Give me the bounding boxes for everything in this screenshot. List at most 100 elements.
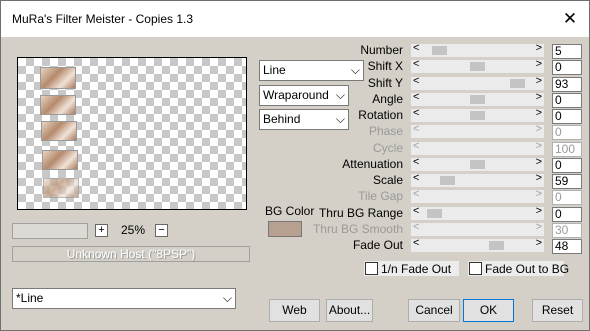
dialog-body: + 25% − Unknown Host ("8PSP") Line ⌵ Wra… xyxy=(1,37,589,330)
preview-copy xyxy=(42,150,78,170)
order-select-value: Behind xyxy=(263,112,301,126)
slider-thumb[interactable] xyxy=(470,95,485,104)
chevron-left-icon: < xyxy=(413,188,420,200)
order-select[interactable]: Behind ⌵ xyxy=(259,109,349,130)
chevron-left-icon[interactable]: < xyxy=(413,75,419,87)
param-value-field: 0 xyxy=(552,190,582,205)
param-slider[interactable]: < > xyxy=(411,156,544,171)
web-button[interactable]: Web xyxy=(269,299,320,322)
chevron-down-icon: ⌵ xyxy=(335,112,345,126)
param-value-field[interactable]: 59 xyxy=(552,174,582,189)
chevron-right-icon[interactable]: > xyxy=(536,172,542,184)
chevron-left-icon: < xyxy=(413,123,420,135)
param-value-field[interactable]: 0 xyxy=(552,158,582,173)
param-label: Phase xyxy=(368,124,403,138)
cancel-button-label: Cancel xyxy=(415,303,453,317)
param-value-field[interactable]: 93 xyxy=(552,77,582,92)
param-value-field: 30 xyxy=(552,223,582,238)
zoom-out-button[interactable]: − xyxy=(155,224,168,237)
param-slider: < > xyxy=(411,140,544,155)
param-slider[interactable]: < > xyxy=(411,58,544,73)
param-slider[interactable]: < > xyxy=(411,237,544,252)
reset-button[interactable]: Reset xyxy=(532,299,583,322)
preview-copy xyxy=(43,178,79,198)
slider-thumb[interactable] xyxy=(470,160,485,169)
zoom-level: 25% xyxy=(120,223,146,237)
close-icon[interactable]: ✕ xyxy=(561,10,579,28)
chevron-left-icon[interactable]: < xyxy=(413,107,419,119)
param-label: Attenuation xyxy=(342,157,403,171)
slider-thumb[interactable] xyxy=(489,241,504,250)
param-label: Thru BG Range xyxy=(318,206,403,220)
preview-copy xyxy=(40,95,76,115)
chevron-left-icon[interactable]: < xyxy=(413,156,419,168)
param-value-field: 0 xyxy=(552,125,582,140)
chevron-right-icon[interactable]: > xyxy=(536,156,542,168)
chevron-right-icon[interactable]: > xyxy=(536,107,542,119)
param-slider[interactable]: < > xyxy=(411,107,544,122)
slider-thumb[interactable] xyxy=(470,62,485,71)
mode-select[interactable]: Line ⌵ xyxy=(259,60,364,81)
param-slider[interactable]: < > xyxy=(411,42,544,57)
param-value-field[interactable]: 5 xyxy=(552,44,582,59)
mode-select-value: Line xyxy=(263,63,286,77)
slider-thumb[interactable] xyxy=(432,46,447,55)
preset-select[interactable]: *Line ⌵ xyxy=(12,288,236,309)
chevron-left-icon[interactable]: < xyxy=(413,205,419,217)
param-slider: < > xyxy=(411,188,544,203)
param-value-field[interactable]: 0 xyxy=(552,109,582,124)
chevron-left-icon: < xyxy=(413,221,420,233)
chevron-left-icon[interactable]: < xyxy=(413,58,419,70)
bg-color-swatch[interactable] xyxy=(268,221,302,237)
param-value-field[interactable]: 0 xyxy=(552,207,582,222)
param-value-field: 100 xyxy=(552,142,582,157)
chevron-right-icon[interactable]: > xyxy=(536,75,542,87)
param-label: Scale xyxy=(372,173,403,187)
chevron-right-icon[interactable]: > xyxy=(536,42,542,54)
zoom-in-button[interactable]: + xyxy=(95,224,108,237)
param-slider[interactable]: < > xyxy=(411,205,544,220)
preview-copy xyxy=(41,121,77,141)
chevron-left-icon[interactable]: < xyxy=(413,91,419,103)
chevron-down-icon: ⌵ xyxy=(335,88,345,102)
param-slider[interactable]: < > xyxy=(411,91,544,106)
chevron-right-icon[interactable]: > xyxy=(536,205,542,217)
param-label: Rotation xyxy=(358,108,403,122)
fade-out-to-bg-checkbox[interactable]: Fade Out to BG xyxy=(468,261,569,276)
slider-thumb[interactable] xyxy=(510,79,525,88)
cancel-button[interactable]: Cancel xyxy=(408,299,460,322)
param-value-field[interactable]: 0 xyxy=(552,93,582,108)
param-label: Angle xyxy=(372,92,403,106)
slider-thumb[interactable] xyxy=(427,209,442,218)
ok-button-label: OK xyxy=(479,303,498,317)
chevron-right-icon[interactable]: > xyxy=(536,91,542,103)
chevron-right-icon: > xyxy=(535,188,542,200)
fade-out-1n-checkbox[interactable]: 1/n Fade Out xyxy=(364,261,459,276)
chevron-left-icon[interactable]: < xyxy=(413,172,419,184)
wrap-select[interactable]: Wraparound ⌵ xyxy=(259,85,349,106)
param-slider: < > xyxy=(411,123,544,138)
ok-button[interactable]: OK xyxy=(463,299,514,322)
chevron-right-icon: > xyxy=(535,123,542,135)
window-title: MuRa's Filter Meister - Copies 1.3 xyxy=(12,12,194,26)
param-label: Number xyxy=(360,43,403,57)
chevron-right-icon[interactable]: > xyxy=(536,58,542,70)
title-bar: MuRa's Filter Meister - Copies 1.3 ✕ xyxy=(1,1,589,37)
chevron-right-icon[interactable]: > xyxy=(536,237,542,249)
param-value-field[interactable]: 0 xyxy=(552,60,582,75)
about-button-label: About... xyxy=(328,303,371,317)
zoom-progress-bar xyxy=(12,223,88,239)
chevron-left-icon[interactable]: < xyxy=(413,237,419,249)
wrap-select-value: Wraparound xyxy=(263,88,329,102)
param-slider[interactable]: < > xyxy=(411,75,544,90)
about-button[interactable]: About... xyxy=(326,299,373,322)
bg-color-label: BG Color xyxy=(265,204,315,218)
filter-dialog: MuRa's Filter Meister - Copies 1.3 ✕ + 2… xyxy=(0,0,590,331)
param-slider[interactable]: < > xyxy=(411,172,544,187)
slider-thumb[interactable] xyxy=(470,111,485,120)
chevron-left-icon[interactable]: < xyxy=(413,42,419,54)
param-value-field[interactable]: 48 xyxy=(552,239,582,254)
checkbox-box xyxy=(365,262,378,275)
slider-thumb[interactable] xyxy=(440,176,455,185)
preview-canvas[interactable] xyxy=(17,57,247,210)
